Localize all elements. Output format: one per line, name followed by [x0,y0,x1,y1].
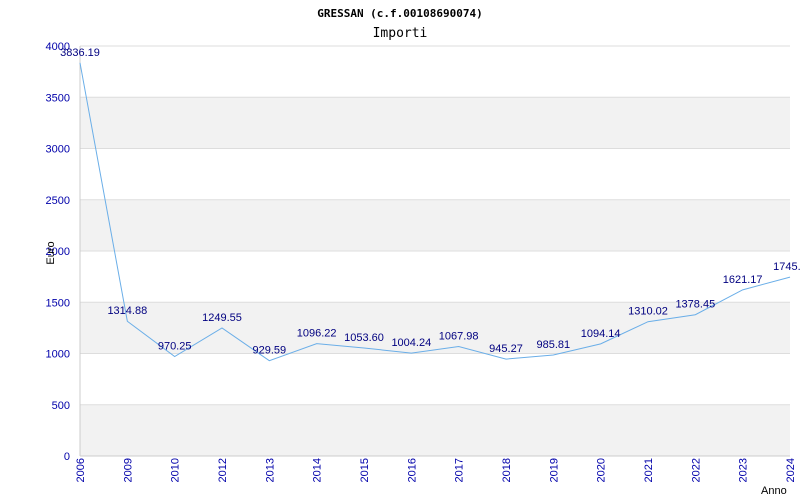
x-axis-title: Anno [761,485,787,497]
data-label: 1621.17 [723,274,763,286]
data-label: 1053.60 [344,332,384,344]
data-label: 1310.02 [628,306,668,318]
x-tick-label: 2023 [738,458,750,482]
data-label: 970.25 [158,341,192,353]
y-tick-label: 1000 [46,349,70,361]
x-tick-label: 2009 [122,458,134,482]
plot-background-bands [80,97,790,456]
data-label: 929.59 [253,345,287,357]
chart-subtitle: Importi [373,26,428,41]
y-tick-label: 0 [64,451,70,463]
x-tick-label: 2006 [75,458,87,482]
x-tick-label: 2022 [690,458,702,482]
x-tick-label: 2015 [359,458,371,482]
chart-title: GRESSAN (c.f.00108690074) [317,7,483,20]
data-label: 3836.19 [60,47,100,59]
x-tick-labels: 2006 2009 2010 2012 2013 2014 2015 2016 2017 2018… [75,458,797,482]
x-tick-label: 2024 [785,458,797,482]
data-label: 945.27 [489,343,523,355]
x-tick-label: 2020 [596,458,608,482]
background-band [80,97,790,149]
y-tick-label: 3000 [46,144,70,156]
data-label: 985.81 [537,339,571,351]
x-tick-label: 2013 [264,458,276,482]
y-axis-title: Euro [45,241,57,264]
y-tick-label: 2500 [46,195,70,207]
y-tick-label: 1500 [46,297,70,309]
data-label: 1094.14 [581,328,621,340]
background-band [80,199,790,251]
x-tick-label: 2021 [643,458,655,482]
x-tick-label: 2017 [454,458,466,482]
x-tick-label: 2012 [217,458,229,482]
line-chart: 05001000150020002500300035004000 2006 200… [45,7,800,497]
x-tick-label: 2019 [548,458,560,482]
x-tick-label: 2018 [501,458,513,482]
data-label: 1378.45 [675,299,715,311]
data-label: 1067.98 [439,331,479,343]
data-label: 1314.88 [107,305,147,317]
x-tick-label: 2010 [170,458,182,482]
x-tick-label: 2014 [312,458,324,482]
data-label: 1096.22 [297,328,337,340]
data-label: 1745.1 [773,261,800,273]
y-tick-label: 3500 [46,92,70,104]
data-label: 1249.55 [202,312,242,324]
y-tick-label: 500 [52,400,70,412]
background-band [80,404,790,456]
data-label: 1004.24 [391,337,431,349]
x-tick-label: 2016 [406,458,418,482]
